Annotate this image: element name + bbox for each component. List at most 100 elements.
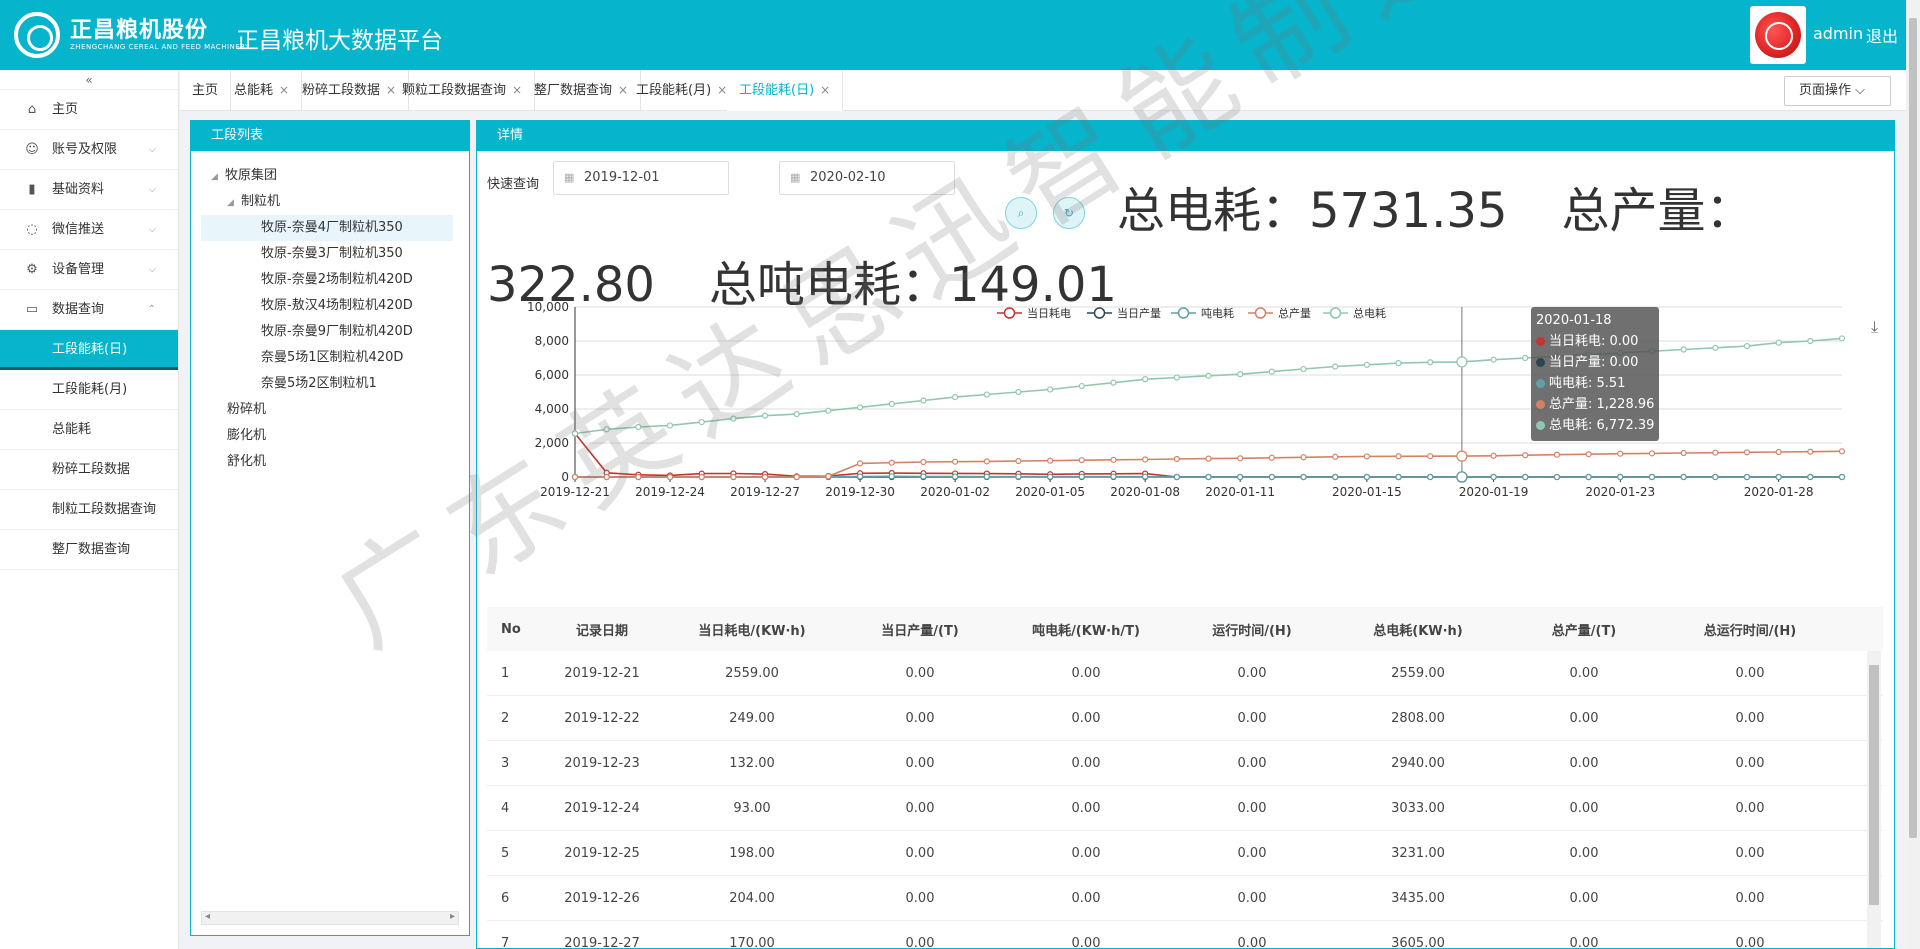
data-point[interactable]: [1427, 359, 1434, 366]
data-point[interactable]: [1680, 346, 1687, 353]
collapse-sidebar-button[interactable]: «: [0, 70, 178, 90]
data-point[interactable]: [1456, 356, 1468, 368]
data-point[interactable]: [983, 473, 990, 480]
data-point[interactable]: [1078, 382, 1085, 390]
data-point[interactable]: [1078, 457, 1085, 464]
data-point[interactable]: [825, 473, 832, 480]
tree-node[interactable]: 奈曼5场1区制粒机420D: [191, 345, 469, 371]
data-point[interactable]: [1332, 363, 1339, 370]
search-button[interactable]: ⌕: [1005, 197, 1037, 229]
data-point[interactable]: [1173, 374, 1180, 381]
tree-caret-icon[interactable]: ◢: [227, 190, 241, 216]
tree-node[interactable]: ◢ 制粒机: [191, 189, 469, 215]
data-point[interactable]: [952, 458, 959, 465]
data-point[interactable]: [1300, 454, 1307, 461]
sidebar-item-3[interactable]: ◌ 微信推送 ⌵: [0, 210, 178, 250]
data-point[interactable]: [1838, 448, 1846, 455]
energy-line-chart[interactable]: 0 2,000 4,000 6,000 8,000 10,000 2019-12-21 201…: [477, 301, 1894, 601]
data-point[interactable]: [1205, 473, 1212, 481]
data-point[interactable]: [1585, 473, 1592, 481]
data-point[interactable]: [1617, 450, 1624, 457]
data-point[interactable]: [1712, 344, 1719, 351]
refresh-button[interactable]: ↻: [1053, 197, 1085, 229]
data-point[interactable]: [825, 407, 832, 414]
table-scrollbar-thumb[interactable]: [1869, 665, 1879, 905]
sidebar-item-1[interactable]: ☺ 账号及权限 ⌵: [0, 130, 178, 170]
legend-item-4[interactable]: 总电耗: [1323, 306, 1386, 320]
data-point[interactable]: [1173, 455, 1180, 463]
data-point[interactable]: [1807, 448, 1814, 455]
data-point[interactable]: [1838, 335, 1846, 342]
tree-caret-icon[interactable]: ◢: [211, 164, 225, 190]
tree-node[interactable]: 舒化机: [191, 449, 469, 475]
data-point[interactable]: [1268, 473, 1275, 481]
data-point[interactable]: [888, 459, 895, 466]
data-point[interactable]: [761, 473, 769, 481]
tree-node[interactable]: 粉碎机: [191, 397, 469, 423]
data-point[interactable]: [1838, 473, 1846, 481]
tree-horizontal-scrollbar[interactable]: ◂ ▸: [201, 911, 459, 925]
data-point[interactable]: [856, 460, 864, 467]
sidebar-item-4[interactable]: ⚙ 设备管理 ⌵: [0, 250, 178, 290]
sidebar-subitem-5[interactable]: 整厂数据查询: [0, 530, 178, 570]
tree-node[interactable]: 牧原-敖汉4场制粒机420D: [191, 293, 469, 319]
user-name[interactable]: admin: [1813, 24, 1863, 43]
column-header[interactable]: 总产量/(T): [1501, 620, 1667, 639]
date-to-input[interactable]: ▦ 2020-02-10: [779, 161, 955, 195]
data-point[interactable]: [603, 473, 610, 481]
tree-node[interactable]: 牧原-奈曼4厂制粒机350: [201, 215, 453, 241]
data-point[interactable]: [856, 473, 864, 480]
data-point[interactable]: [793, 473, 800, 481]
data-point[interactable]: [1300, 473, 1307, 481]
data-point[interactable]: [1743, 449, 1751, 456]
table-row[interactable]: 4 2019-12-24 93.00 0.00 0.00 0.00 3033.00 0.00 0…: [487, 786, 1883, 831]
data-point[interactable]: [920, 473, 927, 480]
data-point[interactable]: [571, 430, 579, 437]
data-point[interactable]: [1395, 359, 1402, 367]
data-point[interactable]: [1775, 339, 1782, 346]
data-point[interactable]: [983, 458, 990, 465]
data-point[interactable]: [1237, 455, 1244, 462]
data-point[interactable]: [1268, 368, 1275, 375]
data-point[interactable]: [1427, 473, 1434, 481]
data-point[interactable]: [1553, 473, 1561, 481]
data-point[interactable]: [1522, 354, 1529, 362]
column-header[interactable]: 吨电耗/(KW·h/T): [1003, 620, 1169, 639]
data-point[interactable]: [1617, 473, 1624, 481]
column-header[interactable]: 总电耗(KW·h): [1335, 620, 1501, 639]
data-point[interactable]: [1300, 365, 1307, 373]
sidebar-subitem-0[interactable]: 工段能耗(日): [0, 330, 178, 370]
data-point[interactable]: [1237, 371, 1244, 378]
legend-item-0[interactable]: 当日耗电: [997, 306, 1071, 320]
data-point[interactable]: [698, 473, 705, 481]
data-point[interactable]: [1743, 473, 1751, 481]
data-point[interactable]: [1047, 457, 1054, 464]
sidebar-subitem-3[interactable]: 粉碎工段数据: [0, 450, 178, 490]
data-point[interactable]: [1775, 448, 1782, 456]
data-point[interactable]: [1363, 453, 1370, 460]
data-point[interactable]: [1522, 452, 1529, 459]
data-point[interactable]: [1110, 456, 1117, 463]
table-row[interactable]: 1 2019-12-21 2559.00 0.00 0.00 0.00 2559.00 0.0…: [487, 651, 1883, 696]
data-point[interactable]: [1585, 451, 1592, 458]
data-point[interactable]: [1363, 361, 1370, 368]
data-point[interactable]: [1078, 473, 1085, 480]
data-point[interactable]: [1268, 454, 1275, 461]
sidebar-item-0[interactable]: ⌂ 主页: [0, 90, 178, 130]
table-row[interactable]: 3 2019-12-23 132.00 0.00 0.00 0.00 2940.00 0.00…: [487, 741, 1883, 786]
data-point[interactable]: [1110, 473, 1117, 480]
data-point[interactable]: [1395, 453, 1402, 460]
date-from-input[interactable]: ▦ 2019-12-01: [553, 161, 729, 195]
data-point[interactable]: [888, 473, 895, 480]
data-point[interactable]: [920, 397, 927, 404]
data-point[interactable]: [1648, 450, 1656, 457]
sidebar-subitem-2[interactable]: 总能耗: [0, 410, 178, 450]
column-header[interactable]: 记录日期: [537, 620, 667, 639]
data-point[interactable]: [1712, 473, 1719, 481]
data-point[interactable]: [666, 422, 674, 429]
close-icon[interactable]: ×: [717, 83, 727, 97]
data-point[interactable]: [1332, 473, 1339, 481]
data-point[interactable]: [793, 410, 800, 418]
tree-node[interactable]: 奈曼5场2区制粒机1: [191, 371, 469, 397]
data-point[interactable]: [1807, 473, 1814, 481]
